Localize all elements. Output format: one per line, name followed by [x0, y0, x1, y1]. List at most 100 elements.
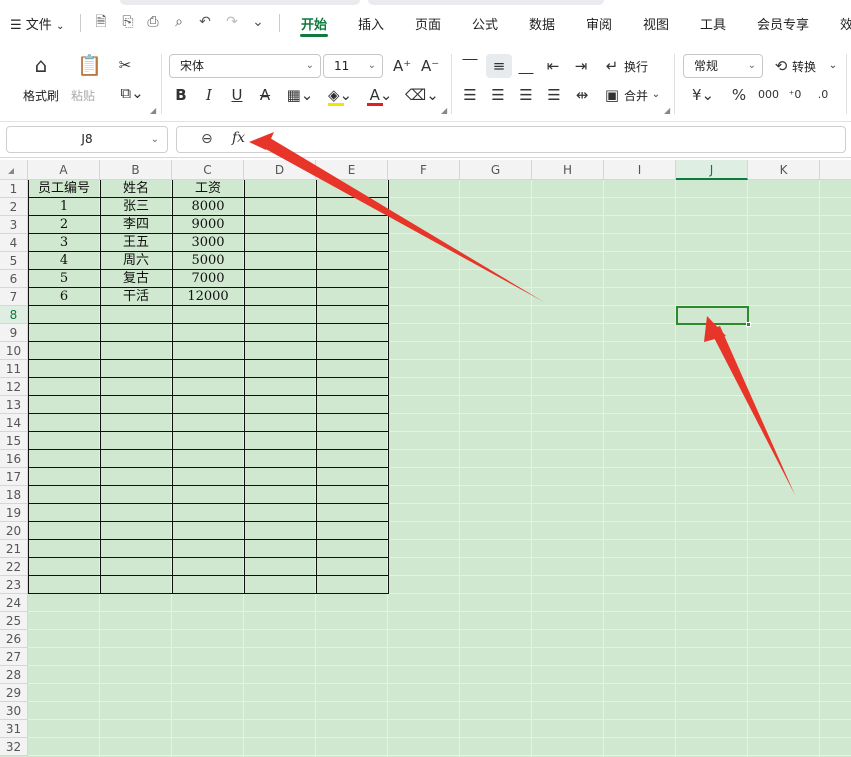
table-cell[interactable]: 5000 — [172, 252, 244, 270]
chevron-down-icon[interactable]: ⌄ — [828, 57, 838, 75]
increase-indent-icon[interactable]: ⇥ — [572, 57, 590, 75]
tab-data[interactable]: 数据 — [529, 14, 555, 33]
print-icon[interactable]: ⎙ — [145, 14, 161, 30]
table-cell[interactable]: 9000 — [172, 216, 244, 234]
row-header-17[interactable]: 17 — [0, 468, 28, 486]
row-header-23[interactable]: 23 — [0, 576, 28, 594]
row-header-24[interactable]: 24 — [0, 594, 28, 612]
table-cell[interactable]: 7000 — [172, 270, 244, 288]
name-box[interactable]: J8 ⌄ — [6, 126, 168, 153]
tab-home[interactable]: 开始 — [301, 14, 327, 33]
decrease-decimal-icon[interactable]: .0 — [814, 86, 832, 104]
table-header-cell[interactable]: 工资 — [172, 180, 244, 198]
decrease-indent-icon[interactable]: ⇤ — [544, 57, 562, 75]
thousands-separator-icon[interactable]: 000 — [758, 86, 779, 104]
font-size-select[interactable]: 11 ⌄ — [323, 54, 383, 78]
row-header-30[interactable]: 30 — [0, 702, 28, 720]
more-quick-access-icon[interactable]: ⌄ — [250, 14, 266, 30]
row-header-7[interactable]: 7 — [0, 288, 28, 306]
align-right-icon[interactable]: ☰ — [517, 86, 535, 104]
strikethrough-icon[interactable]: A — [257, 86, 273, 104]
tab-formula[interactable]: 公式 — [472, 14, 498, 33]
paste-icon[interactable]: 📋 — [77, 55, 102, 75]
row-header-14[interactable]: 14 — [0, 414, 28, 432]
formula-input-area[interactable]: ⊖ fx — [176, 126, 846, 153]
row-header-22[interactable]: 22 — [0, 558, 28, 576]
convert-button[interactable]: 转换 — [792, 58, 816, 75]
tab-efficiency[interactable]: 效 — [840, 14, 851, 33]
row-header-28[interactable]: 28 — [0, 666, 28, 684]
justify-icon[interactable]: ☰ — [545, 86, 563, 104]
row-header-8[interactable]: 8 — [0, 306, 28, 324]
convert-icon[interactable]: ⟲ — [772, 57, 790, 75]
border-icon[interactable]: ▦⌄ — [285, 86, 315, 104]
save-icon[interactable]: 🗎 — [93, 14, 109, 30]
print-preview-icon[interactable]: ⌕ — [171, 14, 187, 30]
table-cell[interactable]: 1 — [28, 198, 100, 216]
font-name-select[interactable]: 宋体 ⌄ — [169, 54, 321, 78]
file-menu[interactable]: ☰ 文件 ⌄ — [10, 14, 64, 33]
align-bottom-icon[interactable]: ⎽ — [517, 57, 535, 75]
clear-format-icon[interactable]: ⌫⌄ — [405, 86, 439, 104]
wrap-text-icon[interactable]: ↵ — [603, 57, 621, 75]
fill-color-icon[interactable]: ◈⌄ — [325, 86, 355, 104]
row-header-18[interactable]: 18 — [0, 486, 28, 504]
row-header-13[interactable]: 13 — [0, 396, 28, 414]
table-header-cell[interactable]: 姓名 — [100, 180, 172, 198]
table-cell[interactable]: 3000 — [172, 234, 244, 252]
increase-decimal-icon[interactable]: ⁺0 — [786, 86, 804, 104]
row-header-31[interactable]: 31 — [0, 720, 28, 738]
row-header-3[interactable]: 3 — [0, 216, 28, 234]
table-cell[interactable]: 复古 — [100, 270, 172, 288]
column-header-a[interactable]: A — [28, 160, 100, 180]
copy-icon[interactable]: ⧉⌄ — [117, 84, 147, 102]
redo-icon[interactable]: ↷ — [224, 14, 240, 30]
font-color-icon[interactable]: A⌄ — [366, 86, 396, 104]
table-cell[interactable]: 2 — [28, 216, 100, 234]
format-painter-icon[interactable]: ⌂ — [30, 55, 52, 75]
table-cell[interactable]: 李四 — [100, 216, 172, 234]
row-header-29[interactable]: 29 — [0, 684, 28, 702]
row-header-1[interactable]: 1 — [0, 180, 28, 198]
table-cell[interactable]: 干活 — [100, 288, 172, 306]
row-header-21[interactable]: 21 — [0, 540, 28, 558]
italic-icon[interactable]: I — [201, 86, 217, 104]
currency-icon[interactable]: ¥⌄ — [688, 86, 718, 104]
tab-review[interactable]: 审阅 — [586, 14, 612, 33]
undo-icon[interactable]: ↶ — [197, 14, 213, 30]
tab-member[interactable]: 会员专享 — [757, 14, 809, 33]
table-header-cell[interactable]: 员工编号 — [28, 180, 100, 198]
align-middle-icon[interactable]: ≡ — [486, 54, 512, 78]
row-header-19[interactable]: 19 — [0, 504, 28, 522]
row-header-6[interactable]: 6 — [0, 270, 28, 288]
distribute-icon[interactable]: ⇹ — [573, 86, 591, 104]
format-painter-button[interactable]: 格式刷 — [23, 87, 59, 104]
row-header-9[interactable]: 9 — [0, 324, 28, 342]
chevron-down-icon[interactable]: ⌄ — [651, 86, 661, 104]
bold-icon[interactable]: B — [173, 86, 189, 104]
row-header-10[interactable]: 10 — [0, 342, 28, 360]
table-cell[interactable]: 4 — [28, 252, 100, 270]
column-header-c[interactable]: C — [172, 160, 244, 180]
column-header-f[interactable]: F — [388, 160, 460, 180]
cut-icon[interactable]: ✂ — [116, 56, 134, 74]
tab-view[interactable]: 视图 — [643, 14, 669, 33]
align-top-icon[interactable]: ⎺ — [461, 57, 479, 75]
table-cell[interactable]: 周六 — [100, 252, 172, 270]
row-header-26[interactable]: 26 — [0, 630, 28, 648]
merge-icon[interactable]: ▣ — [603, 86, 621, 104]
tab-insert[interactable]: 插入 — [358, 14, 384, 33]
column-header-g[interactable]: G — [460, 160, 532, 180]
tab-page[interactable]: 页面 — [415, 14, 441, 33]
column-header-i[interactable]: I — [604, 160, 676, 180]
row-header-5[interactable]: 5 — [0, 252, 28, 270]
row-header-27[interactable]: 27 — [0, 648, 28, 666]
column-header-h[interactable]: H — [532, 160, 604, 180]
column-header-d[interactable]: D — [244, 160, 316, 180]
column-header-e[interactable]: E — [316, 160, 388, 180]
select-all-corner[interactable] — [0, 160, 28, 180]
row-header-12[interactable]: 12 — [0, 378, 28, 396]
decrease-font-icon[interactable]: A⁻ — [421, 57, 439, 75]
row-header-25[interactable]: 25 — [0, 612, 28, 630]
table-cell[interactable]: 12000 — [172, 288, 244, 306]
